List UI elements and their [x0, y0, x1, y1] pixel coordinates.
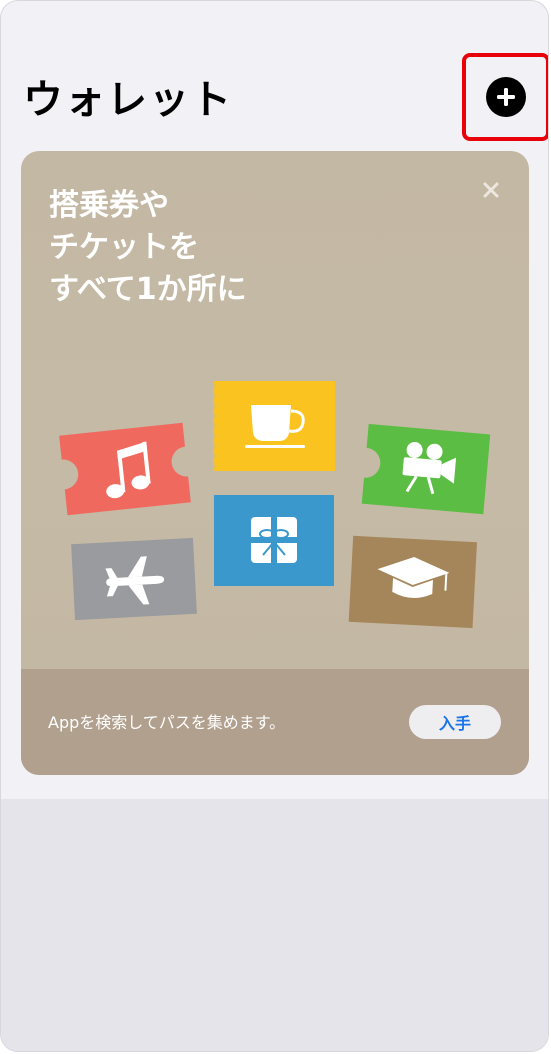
movie-ticket	[361, 423, 491, 515]
wallet-screen: ウォレット 搭乗券や チケットを すべて1か所に Appを検索してパスを集めます…	[0, 0, 549, 1052]
gift-card	[214, 495, 334, 586]
promo-footer-text: Appを検索してパスを集めます。	[48, 713, 286, 732]
promo-footer: Appを検索してパスを集めます。 入手	[21, 669, 529, 775]
get-button[interactable]: 入手	[409, 705, 501, 739]
add-pass-button[interactable]	[486, 77, 526, 117]
empty-area	[1, 799, 548, 1051]
plus-circle-icon	[497, 88, 515, 106]
coffee-ticket	[213, 381, 335, 471]
highlight-box	[462, 53, 548, 141]
pass-illustration	[59, 381, 491, 629]
promo-card: 搭乗券や チケットを すべて1か所に Appを検索してパスを集めます。 入手	[21, 151, 529, 775]
airplane-ticket	[71, 537, 197, 621]
music-ticket	[59, 422, 191, 516]
gift-icon	[251, 517, 297, 563]
graduation-card	[348, 535, 478, 629]
page-title: ウォレット	[23, 77, 233, 123]
